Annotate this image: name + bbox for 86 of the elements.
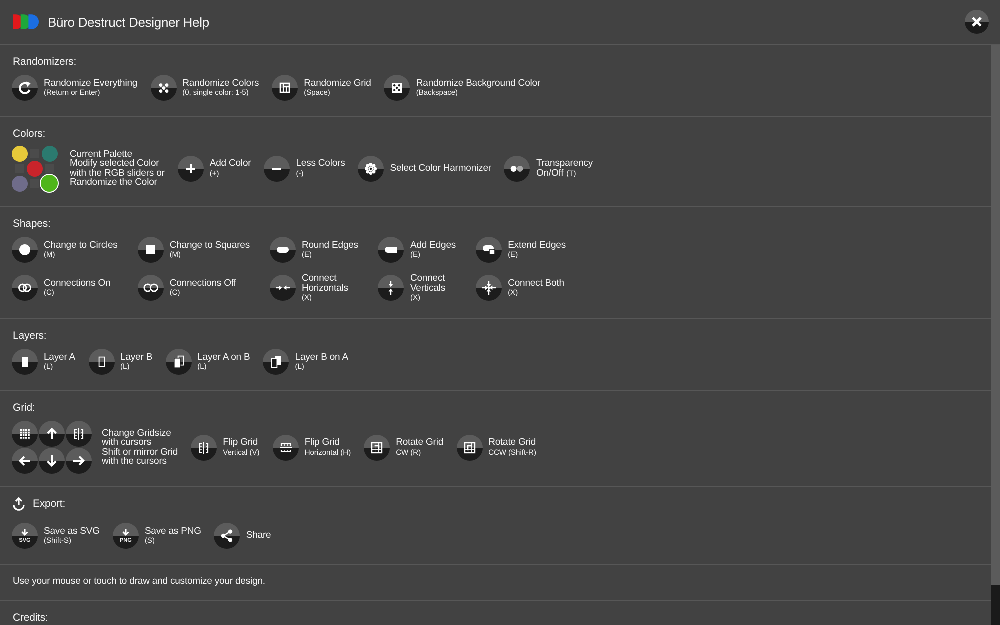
action-label: Randomize Colors: [182, 78, 260, 89]
scrollbar-thumb[interactable]: [991, 585, 1000, 625]
action-label: Connections Off: [170, 278, 236, 289]
square-icon: [138, 237, 164, 263]
mirror-icon: [272, 434, 299, 460]
dots-icon: [150, 75, 177, 101]
action-label: Save as PNG: [144, 526, 202, 537]
converging-arrows-icon: [476, 275, 502, 301]
action-label: Layer A on B: [198, 352, 250, 363]
arrow-left-icon: [12, 448, 38, 474]
rounded-rectangle-icon: [378, 237, 404, 263]
action-label: Randomize Grid: [304, 78, 372, 89]
rectangle-icon: [12, 349, 38, 375]
action-label: Rotate Grid: [396, 437, 444, 448]
two-dots-icon: [504, 156, 530, 182]
action-label: Connections On: [44, 278, 111, 289]
action-label: Layer B on A: [295, 352, 348, 363]
plus-icon: [178, 156, 204, 182]
action-label: Layer A: [44, 352, 76, 363]
close-icon: [972, 17, 982, 27]
download-arrow-icon: [21, 529, 29, 536]
color-swatch[interactable]: [40, 174, 59, 193]
action-label: Flip Grid: [223, 437, 258, 448]
action-label: Add Edges: [410, 240, 456, 251]
palette-description: Modify selected Color with the RGB sliders or Randomize the Color: [70, 159, 165, 188]
color-swatch[interactable]: [26, 160, 42, 176]
action-label: Flip Grid: [304, 437, 340, 448]
window-title: Büro Destruct Designer Help: [48, 14, 210, 30]
action-label: Connect Horizontals: [302, 273, 348, 294]
arrow-down-icon: [39, 448, 65, 474]
arrow-up-icon: [39, 421, 65, 447]
help-text: Use your mouse or touch to draw and customize your design.: [13, 575, 266, 589]
upload-icon: [13, 497, 25, 511]
section-heading: Export:: [33, 497, 66, 511]
section-heading: Credits:: [13, 611, 50, 625]
rotate-grid-icon: [364, 434, 390, 460]
color-swatch[interactable]: [12, 176, 28, 192]
instructions-text: Change Gridsize with cursors Shift or mirror Grid with the cursors: [102, 428, 178, 466]
close-button[interactable]: [965, 10, 989, 34]
action-label: Connect Verticals: [410, 273, 446, 294]
action-label: Change to Squares: [170, 240, 250, 251]
stacked-rectangles-icon: [263, 349, 290, 375]
action-label: Select Color Harmonizer: [390, 162, 492, 174]
stacked-rectangles-icon: [166, 349, 192, 375]
action-label: Round Edges: [302, 240, 358, 251]
arrow-right-icon: [66, 448, 92, 474]
action-label: Share: [246, 530, 272, 542]
section-heading: Randomizers:: [13, 55, 78, 69]
vertical-arrows-icon: [378, 275, 404, 301]
action-label: Layer B: [120, 352, 153, 363]
flower-icon: [358, 156, 384, 182]
grid-layout-icon: [272, 75, 298, 101]
download-arrow-icon: [122, 529, 130, 536]
action-label: Connect Both: [508, 278, 564, 289]
circle-icon: [12, 237, 38, 263]
palette-title: Current Palette: [70, 150, 132, 159]
section-heading: Colors:: [13, 127, 47, 141]
mirror-icon: [66, 421, 92, 447]
logo-icon: [13, 14, 39, 30]
action-label: Randomize Background Color: [416, 78, 541, 89]
section-heading: Shapes:: [13, 217, 52, 231]
scrollbar[interactable]: [991, 45, 1000, 625]
share-icon: [214, 523, 240, 549]
rectangle-outline-icon: [88, 349, 115, 375]
action-label: Randomize Everything: [44, 78, 138, 89]
action-label: Less Colors: [296, 158, 346, 170]
action-label: Save as SVG: [44, 526, 100, 537]
color-swatch[interactable]: [42, 146, 58, 162]
mirror-icon: [191, 434, 218, 460]
action-label: Add Color: [210, 158, 252, 170]
refresh-icon: [12, 75, 38, 101]
inward-arrows-icon: [270, 275, 296, 301]
section-heading: Grid:: [13, 401, 36, 415]
action-label: Rotate Grid: [488, 437, 536, 448]
grid-icon: [12, 421, 38, 447]
dice-icon: [384, 75, 410, 101]
minus-icon: [264, 156, 290, 182]
action-label: Extend Edges: [508, 240, 566, 251]
color-swatch[interactable]: [12, 146, 28, 162]
section-heading: Layers:: [13, 329, 48, 343]
rings-icon: [138, 275, 164, 301]
linked-rings-icon: [12, 275, 38, 301]
rotate-grid-icon: [456, 434, 483, 460]
overlapping-shapes-icon: [476, 237, 502, 263]
action-label: Change to Circles: [44, 240, 118, 251]
pill-icon: [270, 237, 296, 263]
